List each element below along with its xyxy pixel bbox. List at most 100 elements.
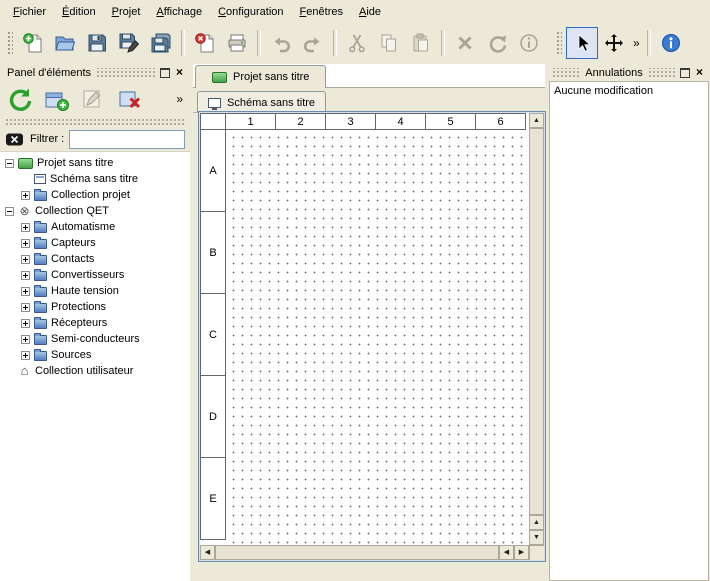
undo-panel-titlebar[interactable]: Annulations [548, 64, 710, 81]
print-button[interactable] [221, 27, 253, 59]
tree-item-convertisseurs[interactable]: Convertisseurs [0, 267, 190, 283]
folder-icon [34, 303, 47, 313]
menu-fichier[interactable]: Fichier [5, 3, 54, 21]
tree-item-collection-projet[interactable]: Collection projet [0, 187, 190, 203]
about-info-icon [660, 32, 682, 54]
float-panel-button[interactable] [677, 66, 692, 80]
tree-item-sources[interactable]: Sources [0, 347, 190, 363]
menu-projet[interactable]: Projet [104, 3, 149, 21]
menu-edition[interactable]: Édition [54, 3, 104, 21]
expand-icon[interactable] [21, 239, 30, 248]
expand-icon[interactable] [21, 319, 30, 328]
tree-item-haute-tension[interactable]: Haute tension [0, 283, 190, 299]
panel-drag-texture[interactable] [647, 68, 677, 78]
expand-icon[interactable] [21, 287, 30, 296]
about-button[interactable] [655, 27, 687, 59]
tree-item-schema[interactable]: Schéma sans titre [0, 171, 190, 187]
scroll-down-button[interactable]: ▼ [529, 530, 544, 545]
save-button[interactable] [81, 27, 113, 59]
toolbar-handle[interactable] [6, 30, 13, 56]
horizontal-scrollbar[interactable]: ◀ ◀ ▶ [200, 545, 529, 560]
filter-label: Filtrer : [30, 133, 64, 145]
scroll-left-button[interactable]: ◀ [200, 545, 215, 560]
vertical-scroll-thumb[interactable] [529, 128, 544, 515]
grid-dots[interactable] [226, 130, 529, 545]
tree-item-collection-qet[interactable]: Collection QET [0, 203, 190, 219]
toolbar-separator [257, 30, 261, 56]
menu-affichage[interactable]: Affichage [148, 3, 210, 21]
tree-item-contacts[interactable]: Contacts [0, 251, 190, 267]
close-panel-button[interactable] [692, 66, 707, 80]
elements-panel-titlebar[interactable]: Panel d'éléments [0, 64, 190, 81]
save-all-button[interactable] [145, 27, 177, 59]
undo-button[interactable] [265, 27, 297, 59]
new-element-button[interactable] [41, 84, 71, 114]
tree-item-semi-conducteurs[interactable]: Semi-conducteurs [0, 331, 190, 347]
tree-item-recepteurs[interactable]: Récepteurs [0, 315, 190, 331]
tab-projet-sans-titre[interactable]: Projet sans titre [195, 65, 326, 88]
scroll-up-button[interactable]: ▲ [529, 113, 544, 128]
toolbar-handle[interactable] [555, 30, 562, 56]
expand-icon[interactable] [21, 223, 30, 232]
rotate-button[interactable] [481, 27, 513, 59]
delete-element-button[interactable] [115, 84, 145, 114]
filter-toolbar-handle[interactable] [5, 118, 185, 125]
scroll-left-button[interactable]: ◀ [499, 545, 514, 560]
panel-toolbar-overflow-chevron[interactable]: » [176, 92, 186, 106]
rotate-icon [486, 32, 508, 54]
panel-drag-texture[interactable] [95, 68, 157, 78]
expand-icon[interactable] [21, 351, 30, 360]
expand-icon[interactable] [21, 303, 30, 312]
elements-panel-title: Panel d'éléments [3, 67, 95, 79]
tree-item-collection-utilisateur[interactable]: Collection utilisateur [0, 363, 190, 379]
expand-icon[interactable] [21, 335, 30, 344]
selection-mode-button[interactable] [566, 27, 598, 59]
collapse-icon[interactable] [5, 159, 14, 168]
undo-list-item[interactable]: Aucune modification [550, 82, 708, 100]
pan-mode-button[interactable] [598, 27, 630, 59]
undo-list[interactable]: Aucune modification [549, 81, 709, 581]
menu-fenetres[interactable]: Fenêtres [292, 3, 351, 21]
delete-button[interactable] [449, 27, 481, 59]
info-button[interactable] [513, 27, 545, 59]
close-panel-button[interactable] [172, 66, 187, 80]
new-document-button[interactable] [17, 27, 49, 59]
open-project-button[interactable] [49, 27, 81, 59]
main-toolbar: » [0, 23, 710, 63]
tree-item-project[interactable]: Projet sans titre [0, 155, 190, 171]
schema-view[interactable]: 1 2 3 4 5 6 A B C D E ▲ ▲ ▼ ◀ ◀ [198, 111, 546, 562]
expand-icon[interactable] [21, 191, 30, 200]
float-panel-button[interactable] [157, 66, 172, 80]
save-as-button[interactable] [113, 27, 145, 59]
filter-input[interactable] [69, 130, 185, 149]
copy-button[interactable] [373, 27, 405, 59]
close-document-button[interactable] [189, 27, 221, 59]
tree-item-capteurs[interactable]: Capteurs [0, 235, 190, 251]
tree-item-protections[interactable]: Protections [0, 299, 190, 315]
scroll-up-button[interactable]: ▲ [529, 515, 544, 530]
horizontal-scroll-thumb[interactable] [215, 545, 499, 560]
expand-icon[interactable] [21, 271, 30, 280]
toolbar-overflow-chevron[interactable]: » [630, 36, 643, 50]
scroll-right-button[interactable]: ▶ [514, 545, 529, 560]
folder-icon [34, 319, 47, 329]
cut-button[interactable] [341, 27, 373, 59]
reload-collections-button[interactable] [4, 84, 34, 114]
expand-icon[interactable] [21, 255, 30, 264]
schema-canvas[interactable]: 1 2 3 4 5 6 A B C D E [200, 113, 529, 545]
collapse-icon[interactable] [5, 207, 14, 216]
edit-element-button[interactable] [78, 84, 108, 114]
clear-filter-icon[interactable] [5, 132, 25, 147]
panel-drag-texture[interactable] [551, 68, 581, 78]
cursor-icon [571, 32, 593, 54]
move-icon [603, 32, 625, 54]
collections-tree[interactable]: Projet sans titre Schéma sans titre Coll… [0, 151, 190, 581]
column-header: 6 [476, 113, 526, 130]
redo-button[interactable] [297, 27, 329, 59]
paste-button[interactable] [405, 27, 437, 59]
tab-schema-sans-titre[interactable]: Schéma sans titre [197, 91, 326, 113]
menu-aide[interactable]: Aide [351, 3, 389, 21]
tree-item-automatisme[interactable]: Automatisme [0, 219, 190, 235]
vertical-scrollbar[interactable]: ▲ ▲ ▼ [529, 113, 544, 545]
menu-configuration[interactable]: Configuration [210, 3, 291, 21]
